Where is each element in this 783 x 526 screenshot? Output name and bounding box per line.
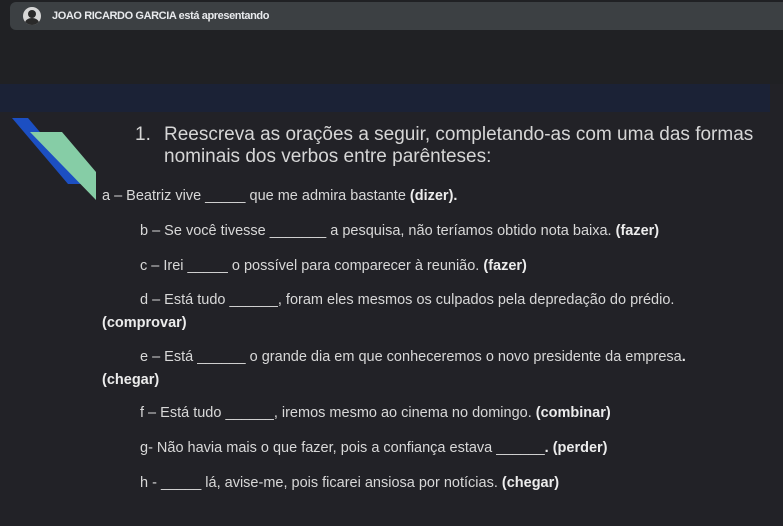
item-text: e – Está ______ o grande dia em que conh… xyxy=(140,349,682,365)
exercise-item-f: f – Está tudo ______, iremos mesmo ao ci… xyxy=(140,405,611,421)
exercise-item-b: b – Se você tivesse _______ a pesquisa, … xyxy=(140,223,659,239)
item-text: c – Irei _____ o possível para comparece… xyxy=(140,258,484,274)
item-e-verb: (chegar) xyxy=(102,372,160,388)
item-d-verb: (comprovar) xyxy=(102,315,187,331)
exercise-item-h: h - _____ lá, avise-me, pois ficarei ans… xyxy=(140,475,559,491)
item-verb: (combinar) xyxy=(535,405,611,421)
item-verb: . xyxy=(681,349,686,365)
user-avatar-icon xyxy=(23,7,41,25)
item-verb: (dizer). xyxy=(409,188,458,204)
exercise-item-g: g- Não havia mais o que fazer, pois a co… xyxy=(140,440,608,456)
item-text: f – Está tudo ______, iremos mesmo ao ci… xyxy=(140,405,536,421)
item-text: g- Não havia mais o que fazer, pois a co… xyxy=(140,440,545,456)
item-verb: . (perder) xyxy=(544,440,608,456)
presentation-banner: JOAO RICARDO GARCIA está apresentando xyxy=(10,2,783,30)
item-text: b – Se você tivesse _______ a pesquisa, … xyxy=(140,223,616,239)
item-text: h - _____ lá, avise-me, pois ficarei ans… xyxy=(140,475,502,491)
title-text: Reescreva as orações a seguir, completan… xyxy=(164,124,754,167)
slide-decoration-icon xyxy=(12,118,96,200)
exercise-item-a: a – Beatriz vive _____ que me admira bas… xyxy=(102,188,457,204)
presenter-label: JOAO RICARDO GARCIA está apresentando xyxy=(52,10,270,22)
item-verb: (chegar) xyxy=(501,475,560,491)
slide-header-band xyxy=(0,84,770,112)
item-text: d – Está tudo ______, foram eles mesmos … xyxy=(140,292,675,308)
presentation-slide: 1. Reescreva as orações a seguir, comple… xyxy=(0,84,783,526)
item-text: a – Beatriz vive _____ que me admira bas… xyxy=(102,188,410,204)
item-verb: (fazer) xyxy=(615,223,660,239)
item-verb: (fazer) xyxy=(483,258,527,274)
title-number: 1. xyxy=(135,124,151,145)
exercise-item-d: d – Está tudo ______, foram eles mesmos … xyxy=(140,292,674,308)
exercise-item-c: c – Irei _____ o possível para comparece… xyxy=(140,258,527,274)
exercise-item-e: e – Está ______ o grande dia em que conh… xyxy=(140,349,686,365)
